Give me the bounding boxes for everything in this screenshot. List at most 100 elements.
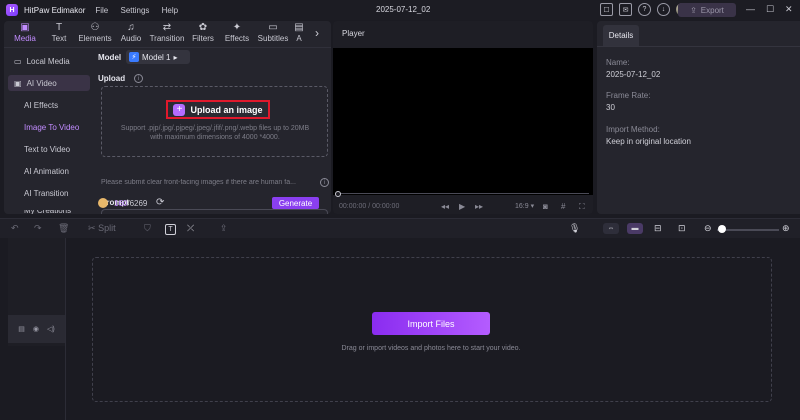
text-tool-icon[interactable]: T	[165, 224, 176, 235]
drop-hint: Drag or import videos and photos here to…	[341, 345, 521, 352]
redo-icon[interactable]: ↷	[34, 223, 42, 234]
tab-audio[interactable]: ♫ Audio	[114, 21, 148, 47]
zoom-in-icon[interactable]: ⊕	[782, 223, 790, 234]
upload-image-button[interactable]: + Upload an image	[166, 100, 270, 119]
visibility-icon[interactable]: ◉	[33, 325, 39, 333]
tab-more[interactable]: ▤ A	[292, 21, 306, 47]
generate-button[interactable]: Generate	[272, 197, 319, 209]
sidebar-item-ai-video[interactable]: ▣ AI Video	[8, 75, 90, 91]
credits-counter: 160/6269	[114, 199, 147, 208]
next-frame-icon[interactable]: ▸▸	[475, 202, 483, 211]
tab-details[interactable]: Details	[603, 25, 639, 46]
sidebar-item-text-to-video[interactable]: Text to Video	[24, 145, 70, 154]
tab-label: Transition	[149, 34, 185, 43]
crop-icon[interactable]: ⤫	[187, 223, 194, 234]
minimize-icon[interactable]: —	[746, 4, 755, 14]
title-bar: H HitPaw Edimakor File Settings Help 202…	[0, 0, 800, 20]
split-button[interactable]: ✂ Split	[88, 223, 116, 234]
project-title: 2025-07-12_02	[376, 5, 431, 14]
tab-text[interactable]: T Text	[42, 21, 76, 47]
tab-bar: ▣ Media T Text ⚇ Elements ♫ Audio ⇄ Transitio…	[4, 21, 331, 48]
export-label: Export	[700, 5, 724, 15]
zoom-out-icon[interactable]: ⊖	[704, 223, 712, 234]
sidebar-item-label: AI Video	[26, 78, 57, 88]
name-value: 2025-07-12_02	[606, 70, 661, 79]
snapshot-icon[interactable]: ◙	[543, 202, 548, 211]
sidebar: ▭ Local Media ▣ AI Video AI Effects Image …	[4, 49, 90, 214]
tab-subtitles[interactable]: ▭ Subtitles	[254, 21, 292, 47]
coin-icon	[98, 198, 108, 208]
sidebar-item-image-to-video[interactable]: Image To Video	[24, 123, 79, 132]
menu-file[interactable]: File	[95, 6, 108, 15]
image-to-video-form: Model ⚡ Model 1 ▸ Upload i + Upload an i…	[98, 49, 329, 214]
menu-settings[interactable]: Settings	[120, 6, 149, 15]
undo-icon[interactable]: ↶	[11, 223, 19, 234]
progress-track[interactable]	[337, 193, 589, 194]
model-label: Model	[98, 53, 122, 62]
refresh-icon[interactable]: ⟳	[156, 197, 164, 208]
upload-label: Upload	[98, 74, 126, 83]
tab-transition[interactable]: ⇄ Transition	[148, 21, 186, 47]
fullscreen-icon[interactable]: ⛶	[579, 202, 585, 212]
sidebar-item-local-media[interactable]: ▭ Local Media	[8, 53, 90, 69]
model-dropdown[interactable]: ⚡ Model 1 ▸	[126, 50, 190, 64]
zoom-slider[interactable]	[717, 229, 779, 231]
upload-button-label: Upload an image	[190, 104, 263, 115]
tab-label: Effects	[224, 34, 250, 43]
prev-frame-icon[interactable]: ◂◂	[441, 202, 449, 211]
sidebar-item-ai-animation[interactable]: AI Animation	[24, 167, 69, 176]
help-icon[interactable]: ?	[638, 3, 651, 16]
scissors-icon: ✂	[88, 223, 96, 233]
sidebar-item-ai-effects[interactable]: AI Effects	[24, 101, 58, 110]
ai-video-icon: ▣	[14, 78, 22, 88]
delete-icon[interactable]: 🗑	[58, 223, 69, 234]
download-icon[interactable]: ↓	[657, 3, 670, 16]
tab-label: Filters	[192, 34, 214, 43]
tab-effects[interactable]: ✦ Effects	[220, 21, 254, 47]
track-toggle-icon[interactable]: ▬	[627, 223, 643, 234]
preview-canvas[interactable]	[333, 48, 593, 195]
elements-icon: ⚇	[90, 22, 100, 33]
tab-filters[interactable]: ✿ Filters	[186, 21, 220, 47]
sidebar-item-ai-transition[interactable]: AI Transition	[24, 189, 68, 198]
fit-icon[interactable]: ⊡	[678, 223, 686, 234]
maximize-icon[interactable]: ☐	[766, 4, 774, 15]
playhead-handle[interactable]	[335, 191, 341, 197]
export-clip-icon[interactable]: ⇪	[220, 223, 228, 234]
lightning-icon: ⚡	[129, 52, 139, 62]
shield-icon[interactable]: ⛉	[144, 223, 151, 234]
play-icon[interactable]: ▶	[459, 202, 465, 211]
menu-help[interactable]: Help	[162, 6, 178, 15]
sidebar-item-my-creations[interactable]: My Creations	[24, 210, 71, 214]
support-line: Support .pjp/.jpg/.pjpeg/.jpeg/.jfif/.pn…	[120, 125, 310, 132]
track-icon[interactable]: ▤	[18, 325, 25, 333]
clip-toggle-icon[interactable]: ⊟	[654, 223, 662, 234]
gift-icon[interactable]: ✉	[619, 3, 632, 16]
close-icon[interactable]: ✕	[785, 4, 793, 15]
folder-icon: ▭	[14, 56, 22, 66]
notification-icon[interactable]: ☐	[600, 3, 613, 16]
audio-icon: ♫	[127, 22, 135, 33]
chevron-right-icon[interactable]: ›	[315, 26, 319, 40]
tab-media[interactable]: ▣ Media	[8, 21, 42, 47]
aspect-ratio-dropdown[interactable]: 16:9 ▾	[515, 202, 534, 210]
grid-icon[interactable]: #	[561, 202, 565, 211]
info-icon[interactable]: i	[320, 178, 329, 187]
player-panel: Player 00:00:00 / 00:00:00 ◂◂ ▶ ▸▸ 16:9 …	[333, 21, 593, 214]
info-icon[interactable]: i	[134, 74, 143, 83]
credits-used: 160	[114, 199, 128, 208]
export-button[interactable]: ⇪ Export	[678, 3, 736, 17]
more-tab-icon: ▤	[294, 22, 304, 33]
import-files-button[interactable]: Import Files	[372, 312, 490, 335]
image-dropzone[interactable]: + Upload an image Support .pjp/.jpg/.pjp…	[101, 86, 328, 157]
frame-rate-value: 30	[606, 103, 615, 112]
import-method-label: Import Method:	[606, 125, 660, 134]
sidebar-item-label: Local Media	[26, 56, 70, 66]
timeline-toolbar: ↶ ↷ 🗑 ✂ Split ⛉ T ⤫ ⇪ 🎙 ⇔ ▬ ⊟ ⊡ ⊖ ⊕	[0, 218, 800, 238]
mute-icon[interactable]: ◁)	[47, 325, 55, 333]
zoom-slider-handle[interactable]	[718, 225, 726, 233]
subtitles-icon: ▭	[268, 22, 278, 33]
tab-elements[interactable]: ⚇ Elements	[76, 21, 114, 47]
link-toggle-icon[interactable]: ⇔	[603, 223, 619, 234]
microphone-icon[interactable]: 🎙	[569, 223, 580, 234]
